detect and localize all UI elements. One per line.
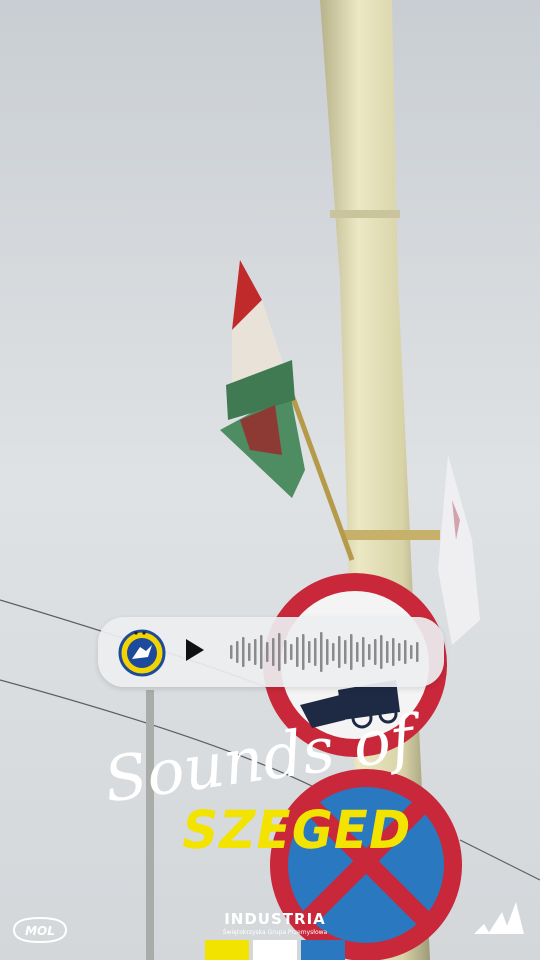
waveform-bar	[326, 639, 329, 665]
waveform-bar	[290, 644, 293, 660]
waveform-bar	[332, 643, 335, 661]
play-icon[interactable]	[186, 639, 204, 661]
waveform-bar	[374, 639, 377, 665]
industria-name: INDUSTRIA	[224, 910, 326, 928]
title-city: SZEGED	[176, 799, 417, 861]
audio-waveform-icon[interactable]	[226, 630, 426, 674]
waveform-bar	[230, 645, 233, 659]
waveform-bar	[302, 634, 305, 670]
waveform-bar	[284, 640, 287, 664]
waveform-bar	[308, 641, 311, 663]
waveform-bar	[266, 642, 269, 662]
waveform-bar	[236, 641, 239, 663]
waveform-bar	[362, 637, 365, 667]
waveform-bar	[404, 640, 407, 664]
waveform-bar	[242, 637, 245, 667]
pole-band	[330, 210, 400, 218]
industria-subtitle: Świętokrzyska Grupa Przemysłowa	[222, 929, 328, 936]
pole-clamp	[344, 530, 440, 540]
waveform-bar	[248, 643, 251, 661]
waveform-bar	[380, 635, 383, 669]
waveform-bar	[260, 635, 263, 669]
waveform-bar	[314, 638, 317, 666]
title-script: Sounds of	[100, 700, 428, 810]
title-script-text: Sounds of	[100, 700, 428, 810]
waveform-bar	[344, 640, 347, 664]
waveform-bar	[410, 645, 413, 659]
waveform-bar	[398, 643, 401, 661]
mol-logo-text: MOL	[25, 924, 55, 938]
waveform-bar	[296, 637, 299, 667]
waveform-bar	[368, 644, 371, 660]
waveform-bar	[272, 638, 275, 666]
industria-logo: INDUSTRIA Świętokrzyska Grupa Przemysłow…	[205, 910, 345, 960]
waveform-bar	[254, 639, 257, 665]
audio-message-bubble[interactable]	[98, 617, 444, 687]
waveform-bar	[320, 632, 323, 672]
waveform-bar	[416, 642, 419, 662]
waveform-bar	[350, 634, 353, 670]
handball-club-crest-icon	[118, 629, 166, 677]
waveform-bar	[392, 638, 395, 666]
waveform-bar	[356, 642, 359, 662]
mol-logo: MOL	[12, 916, 68, 944]
waveform-bar	[278, 633, 281, 671]
adidas-icon	[474, 902, 524, 934]
waveform-bar	[386, 641, 389, 663]
waveform-bar	[338, 636, 341, 668]
industria-stripes	[205, 940, 345, 960]
